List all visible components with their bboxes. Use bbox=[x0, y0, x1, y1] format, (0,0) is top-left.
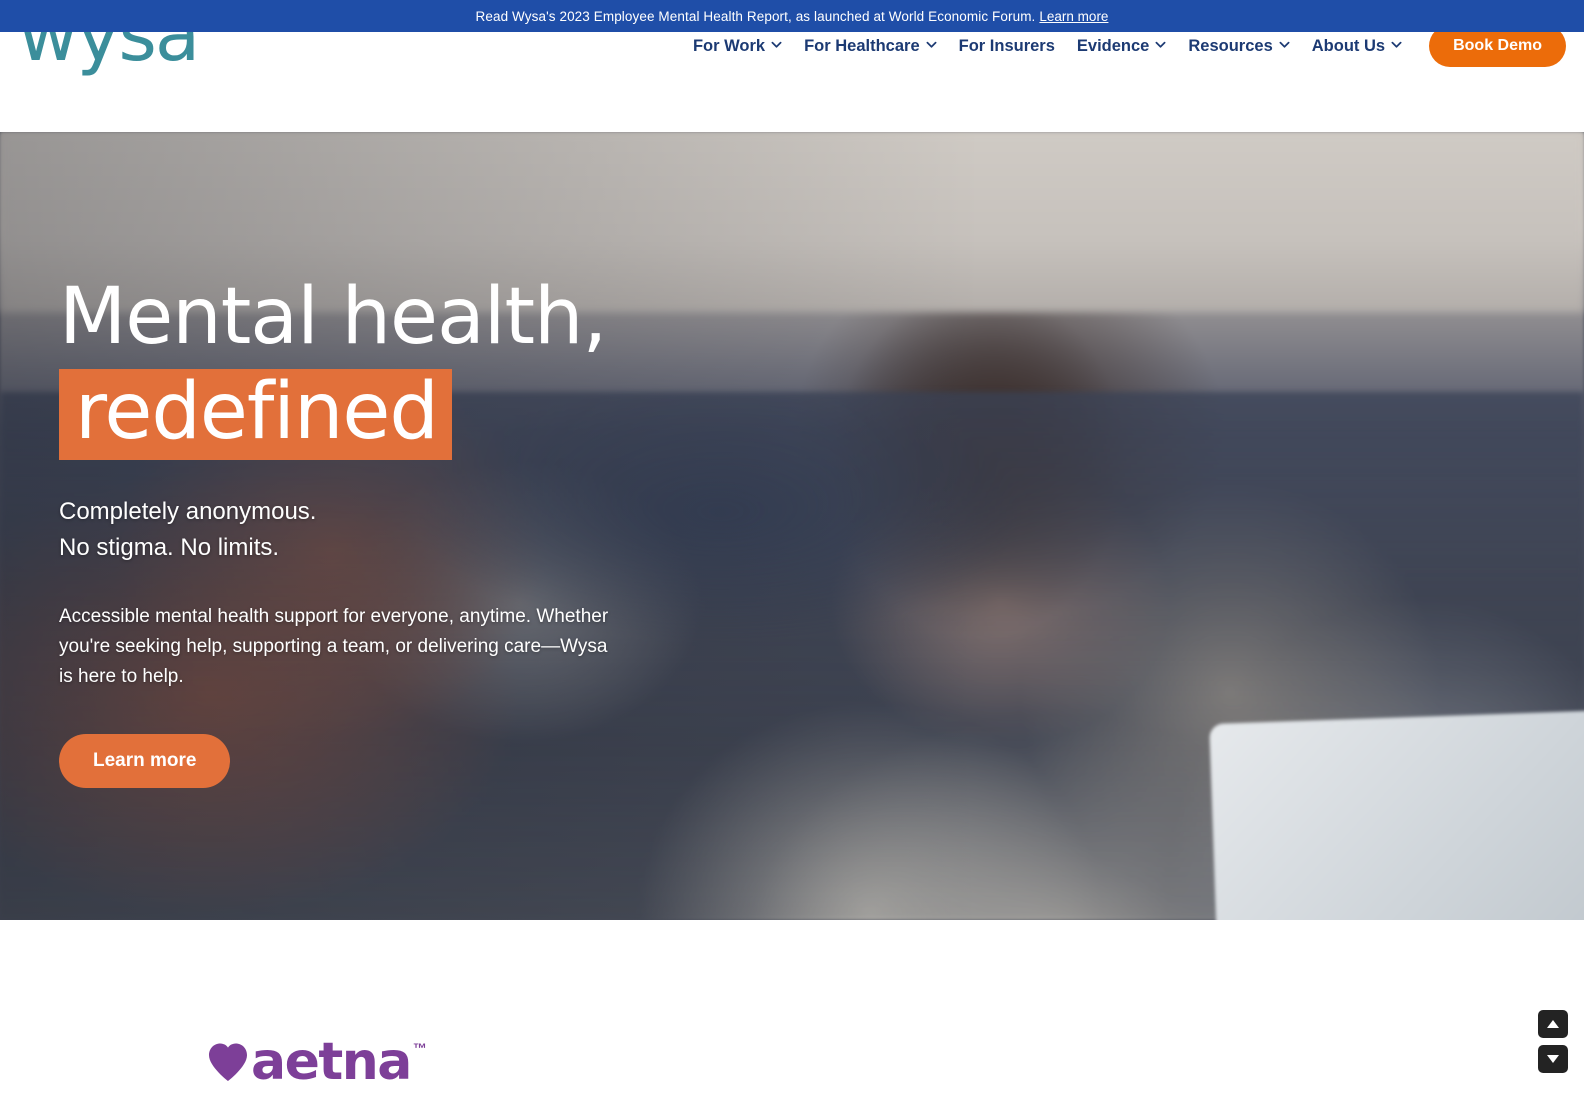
nav-item-label: About Us bbox=[1311, 36, 1386, 55]
nav-item-about-us[interactable]: About Us bbox=[1301, 37, 1413, 56]
nav-item-label: For Insurers bbox=[958, 36, 1055, 55]
triangle-down-icon bbox=[1547, 1055, 1559, 1063]
hero-subheading: Completely anonymous. No stigma. No limi… bbox=[59, 497, 317, 561]
triangle-up-icon bbox=[1547, 1020, 1559, 1028]
hero-section: Mental health, redefined Completely anon… bbox=[0, 132, 1584, 920]
nav-item-evidence[interactable]: Evidence bbox=[1066, 37, 1177, 56]
hero-heading-line-2-wrapper: redefined bbox=[59, 368, 779, 460]
nav-item-resources[interactable]: Resources bbox=[1177, 37, 1300, 56]
chevron-down-icon bbox=[771, 39, 782, 50]
hero-heading-line-1: Mental health, bbox=[59, 272, 607, 362]
trademark-symbol: ™ bbox=[412, 1040, 427, 1056]
chevron-down-icon bbox=[1279, 39, 1290, 50]
chevron-down-icon bbox=[1391, 39, 1402, 50]
nav-item-for-work[interactable]: For Work bbox=[682, 37, 793, 56]
chevron-down-icon bbox=[1155, 39, 1166, 50]
nav-item-for-insurers[interactable]: For Insurers bbox=[948, 37, 1066, 56]
hero-learn-more-button[interactable]: Learn more bbox=[59, 733, 231, 788]
site-header: wysa For Work For Healthcare For Insurer… bbox=[0, 0, 1584, 132]
hero-heading-highlight: redefined bbox=[59, 368, 452, 460]
announcement-learn-more-link[interactable]: Learn more bbox=[1039, 9, 1108, 24]
scroll-controls bbox=[1538, 1010, 1568, 1073]
scroll-up-button[interactable] bbox=[1538, 1010, 1568, 1038]
nav-item-for-healthcare[interactable]: For Healthcare bbox=[793, 37, 948, 56]
heart-icon bbox=[207, 1042, 249, 1082]
hero-content: Mental health, redefined Completely anon… bbox=[59, 272, 779, 788]
aetna-logo: aetna ™ bbox=[207, 1036, 427, 1088]
hero-body-text: Accessible mental health support for eve… bbox=[59, 605, 609, 687]
nav-item-label: Resources bbox=[1188, 36, 1273, 55]
scroll-down-button[interactable] bbox=[1538, 1045, 1568, 1073]
aetna-wordmark: aetna bbox=[251, 1032, 412, 1092]
announcement-banner-text: Read Wysa's 2023 Employee Mental Health … bbox=[475, 8, 1036, 24]
nav-item-label: Evidence bbox=[1076, 36, 1150, 55]
nav-item-label: For Work bbox=[692, 36, 766, 55]
announcement-banner: Read Wysa's 2023 Employee Mental Health … bbox=[0, 0, 1584, 32]
nav-item-label: For Healthcare bbox=[804, 36, 920, 55]
chevron-down-icon bbox=[926, 39, 937, 50]
